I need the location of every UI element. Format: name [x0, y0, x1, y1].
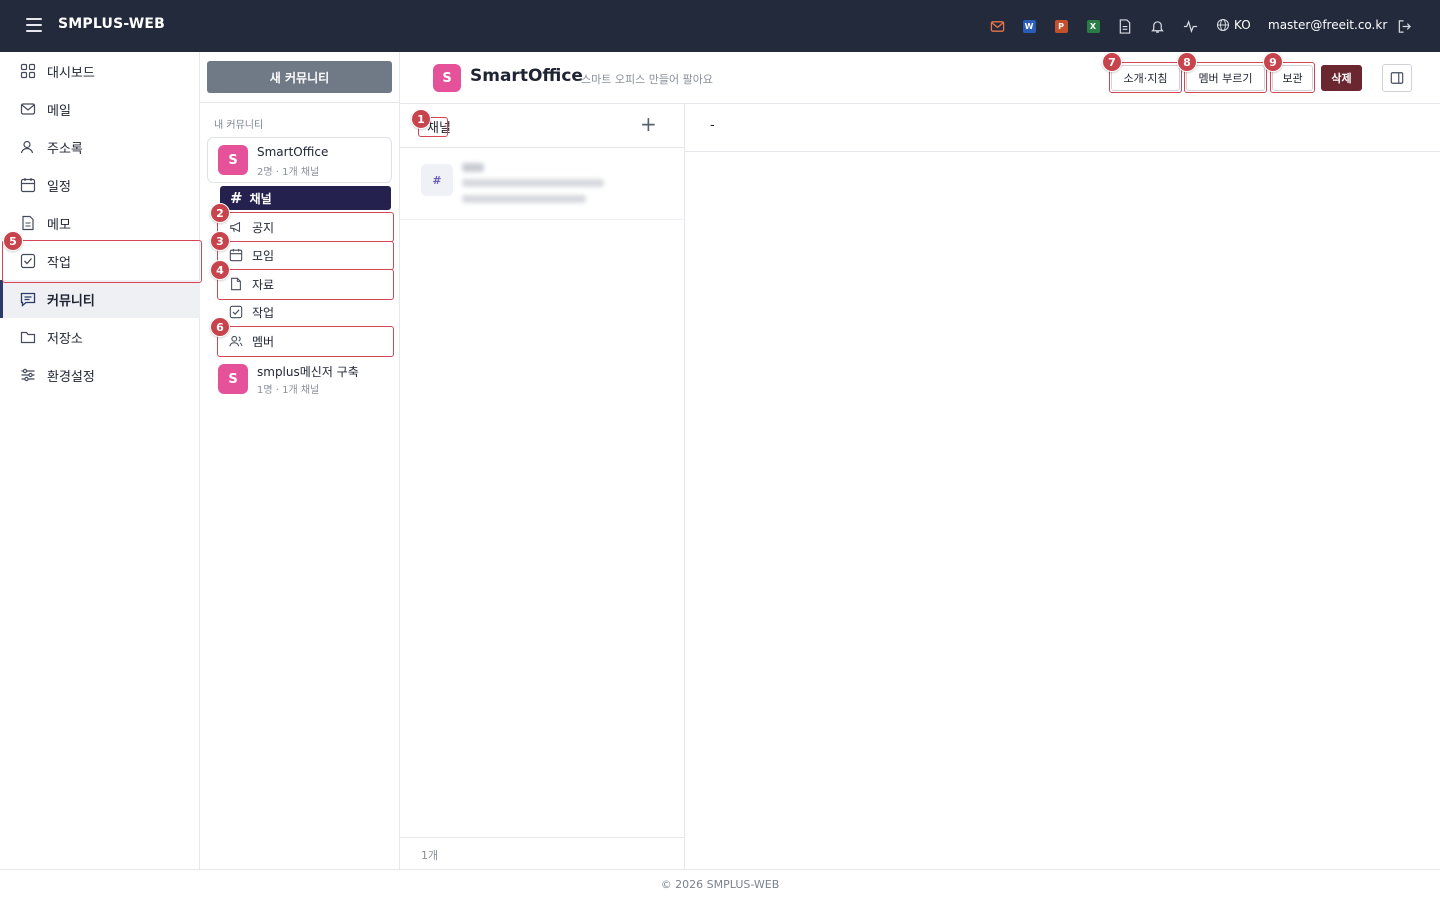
logout-icon[interactable] — [1396, 18, 1412, 34]
community-panel: 새 커뮤니티 내 커뮤니티 S SmartOffice 2명 · 1개 채널 #… — [200, 52, 400, 869]
mail-icon[interactable] — [989, 18, 1005, 34]
chat-icon — [20, 292, 36, 307]
divider — [200, 102, 399, 103]
my-communities-label: 내 커뮤니티 — [214, 120, 264, 131]
nav-label: 환경설정 — [47, 369, 95, 385]
left-nav: 대시보드 메일 주소록 일정 메모 작업 커뮤니티 저장소 환경설정 — [0, 52, 200, 869]
community-name: SmartOffice — [257, 145, 329, 159]
annotation-marker: 2 — [210, 203, 230, 223]
activity-icon[interactable] — [1182, 18, 1198, 34]
nav-item-calendar[interactable]: 일정 — [0, 166, 200, 204]
delete-button[interactable]: 삭제 — [1321, 65, 1362, 91]
app-title[interactable]: SMPLUS-WEB — [58, 16, 165, 32]
new-community-button[interactable]: 새 커뮤니티 — [207, 61, 392, 93]
user-email[interactable]: master@freeit.co.kr — [1268, 18, 1387, 32]
annotation-highlight — [1184, 62, 1267, 93]
community-card-smartoffice[interactable]: S SmartOffice 2명 · 1개 채널 — [207, 137, 392, 183]
blurred-channel-text — [462, 179, 604, 187]
community-description: 스마트 오피스 만들어 팔아요 — [581, 73, 713, 86]
nav-label: 대시보드 — [47, 65, 95, 81]
annotation-marker: 7 — [1102, 52, 1122, 72]
footer-copyright: © 2026 SMPLUS-WEB — [660, 878, 780, 891]
menu-icon[interactable] — [26, 18, 42, 32]
folder-icon — [20, 331, 36, 344]
nav-label: 일정 — [47, 179, 71, 195]
top-bar: SMPLUS-WEB W P X KO master@freeit.co.kr — [0, 0, 1440, 52]
nav-label: 메일 — [47, 103, 71, 119]
annotation-marker: 3 — [210, 231, 230, 251]
sub-menu-tasks[interactable]: 작업 — [229, 302, 274, 322]
channel-count: 1개 — [421, 849, 439, 862]
community-meta: 2명 · 1개 채널 — [257, 167, 320, 178]
annotation-highlight — [2, 240, 202, 283]
detail-placeholder: - — [710, 118, 715, 133]
nav-item-storage[interactable]: 저장소 — [0, 318, 200, 356]
language-label: KO — [1234, 18, 1251, 32]
annotation-marker: 4 — [210, 260, 230, 280]
nav-item-contacts[interactable]: 주소록 — [0, 128, 200, 166]
nav-label: 주소록 — [47, 141, 83, 157]
community-avatar: S — [218, 364, 248, 394]
community-name: smplus메신저 구축 — [257, 365, 359, 379]
hash-icon: # — [230, 189, 243, 207]
page-footer: © 2026 SMPLUS-WEB — [0, 869, 1440, 900]
annotation-highlight — [217, 212, 394, 242]
document-icon[interactable] — [1117, 18, 1133, 34]
community-avatar: S — [218, 145, 248, 175]
contacts-icon — [20, 140, 34, 154]
grid-icon — [20, 63, 36, 79]
bell-icon[interactable] — [1149, 18, 1165, 34]
annotation-highlight — [217, 241, 394, 270]
add-channel-button[interactable]: + — [640, 114, 657, 134]
annotation-marker: 5 — [3, 231, 23, 251]
calendar-icon — [20, 178, 36, 193]
annotation-marker: 6 — [210, 317, 230, 337]
blurred-channel-name — [462, 163, 484, 172]
nav-label: 커뮤니티 — [47, 293, 95, 309]
detail-header: - — [685, 104, 1440, 152]
sidebar-panel-icon — [1390, 72, 1404, 84]
word-icon[interactable]: W — [1021, 18, 1037, 34]
annotation-highlight — [217, 269, 394, 300]
toggle-panel-button[interactable] — [1382, 64, 1412, 92]
task-check-icon — [229, 305, 243, 319]
channel-list-item[interactable]: # — [400, 152, 685, 220]
sliders-icon — [21, 368, 35, 382]
nav-item-memo[interactable]: 메모 — [0, 204, 200, 242]
powerpoint-icon[interactable]: P — [1053, 18, 1069, 34]
community-avatar: S — [433, 64, 461, 92]
nav-label: 저장소 — [47, 331, 83, 347]
nav-item-community[interactable]: 커뮤니티 — [0, 280, 200, 318]
mail-icon — [20, 103, 36, 115]
nav-item-dashboard[interactable]: 대시보드 — [0, 52, 200, 90]
sub-menu-label: 작업 — [252, 305, 275, 320]
community-card-smplus-messenger[interactable]: S smplus메신저 구축 1명 · 1개 채널 — [207, 360, 392, 400]
memo-icon — [22, 215, 34, 231]
annotation-marker: 1 — [411, 109, 431, 129]
annotation-marker: 9 — [1263, 52, 1283, 72]
nav-item-mail[interactable]: 메일 — [0, 90, 200, 128]
annotation-marker: 8 — [1177, 52, 1197, 72]
channel-column-footer: 1개 — [400, 837, 685, 869]
nav-item-settings[interactable]: 환경설정 — [0, 356, 200, 394]
community-meta: 1명 · 1개 채널 — [257, 385, 320, 396]
channel-hash-icon: # — [421, 164, 453, 196]
excel-icon[interactable]: X — [1085, 18, 1101, 34]
nav-label: 메모 — [47, 217, 71, 233]
sub-menu-channels[interactable]: # 채널 — [220, 186, 391, 210]
blurred-channel-text — [462, 195, 586, 203]
channel-column: 채널 + # 1개 — [400, 104, 685, 869]
language-selector[interactable]: KO — [1216, 18, 1251, 32]
page-title: SmartOffice — [470, 66, 583, 86]
globe-icon — [1216, 18, 1230, 32]
sub-menu-label: 채널 — [249, 191, 272, 206]
annotation-highlight — [217, 326, 394, 357]
